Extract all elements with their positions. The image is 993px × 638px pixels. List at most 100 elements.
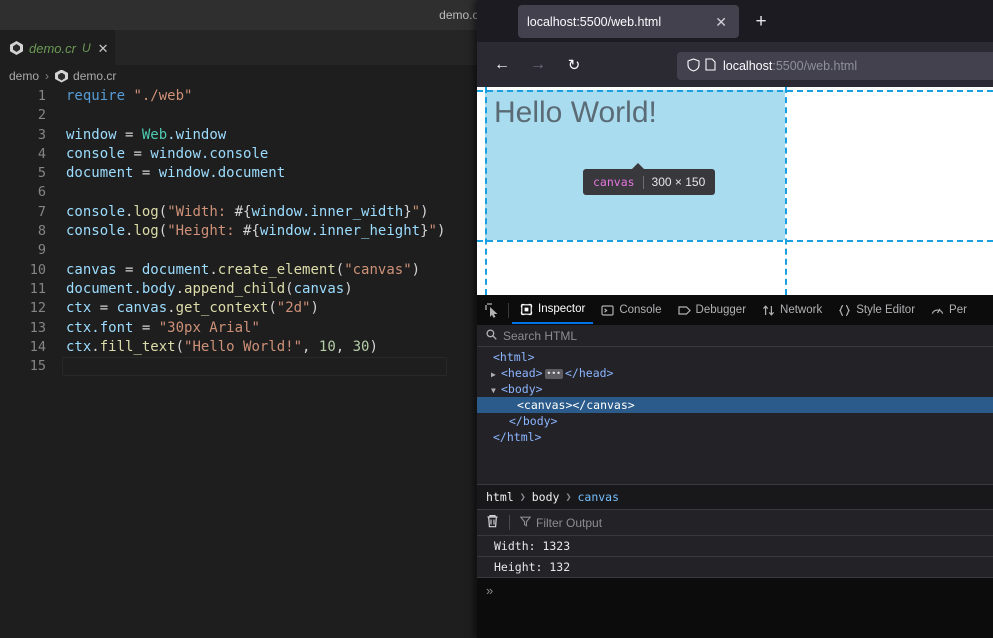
breadcrumb-folder-label: demo (9, 69, 40, 83)
line-number: 15 (29, 358, 46, 375)
url-text: localhost:5500/web.html (723, 59, 857, 73)
code-text: console.log("Width: #{window.inner_width… (66, 203, 429, 220)
devtools-tab-label: Style Editor (856, 304, 916, 316)
search-html-bar[interactable]: Search HTML (477, 325, 993, 347)
markup-tag: <html> (493, 350, 535, 364)
breadcrumb-node-html[interactable]: html (486, 490, 514, 504)
markup-tag: </body> (509, 414, 558, 428)
code-text: console = window.console (66, 145, 269, 162)
reload-icon[interactable]: ↻ (561, 52, 587, 78)
markup-tag: <body> (501, 382, 543, 396)
breadcrumb-folder[interactable]: demo (9, 69, 39, 83)
url-bar[interactable]: localhost:5500/web.html (677, 52, 993, 80)
devtools-tab-list: Inspector Console Debugger Network Style Edi… (512, 296, 975, 324)
search-icon (486, 328, 497, 343)
console-icon (601, 304, 614, 317)
line-number: 3 (37, 126, 46, 143)
browser-tab-bar: localhost:5500/web.html ✕ + (477, 0, 993, 42)
trash-icon[interactable] (486, 514, 499, 531)
highlight-guide-top (477, 90, 993, 92)
devtools-tab-inspector[interactable]: Inspector (512, 296, 594, 324)
performance-icon (931, 304, 944, 317)
url-host: localhost (723, 59, 773, 73)
canvas-hello-world-text: Hello World! (494, 96, 657, 129)
line-number: 1 (37, 88, 46, 104)
breadcrumb-file[interactable]: demo.cr (55, 69, 116, 83)
code-text: ctx = canvas.get_context("2d") (66, 300, 319, 317)
markup-tree[interactable]: <html> ▶ <head> ••• </head> ▼ <body> <canvas></… (477, 347, 993, 484)
unsaved-badge: U (81, 41, 91, 55)
devtools-tab-network[interactable]: Network (754, 296, 830, 324)
tooltip-tag-name: canvas (593, 175, 635, 189)
network-icon (762, 304, 775, 317)
devtools-tab-label: Network (780, 304, 823, 316)
code-text: window = Web.window (66, 126, 227, 143)
shield-icon (685, 57, 701, 75)
line-number: 6 (37, 184, 46, 201)
close-icon[interactable]: ✕ (98, 42, 109, 55)
new-tab-button[interactable]: + (749, 10, 773, 34)
devtools-tab-label: Debugger (695, 304, 747, 316)
url-path: :5500/web.html (772, 59, 858, 73)
browser-tab[interactable]: localhost:5500/web.html ✕ (518, 5, 739, 38)
highlight-guide-bottom (477, 240, 993, 242)
toolbar-divider (508, 302, 509, 318)
console-toolbar: Filter Output (477, 510, 993, 536)
markup-tag: <head> (501, 366, 543, 380)
devtools-tab-per[interactable]: Per (923, 296, 975, 324)
console-toolbar-divider (509, 515, 510, 530)
editor-tab-label: demo.cr (29, 40, 76, 56)
line-number: 11 (29, 280, 46, 297)
inspector-icon (520, 302, 533, 316)
markup-close-tag: </head> (565, 366, 614, 380)
devtools-tab-debugger[interactable]: Debugger (670, 296, 755, 324)
console-input-prompt[interactable]: » (477, 578, 993, 634)
page-icon (701, 58, 719, 74)
editor-tab-demo-cr[interactable]: demo.cr U ✕ (0, 30, 115, 65)
devtools-tab-label: Inspector (538, 303, 586, 315)
current-line-highlight (62, 357, 447, 377)
devtools-tab-console[interactable]: Console (593, 296, 669, 324)
firefox-window: localhost:5500/web.html ✕ + ← → ↻ localh… (477, 0, 993, 638)
code-text: document.body.append_child(canvas) (66, 280, 353, 297)
devtools-toolbar: Inspector Console Debugger Network Style Edi… (477, 296, 993, 325)
breadcrumb-node-canvas[interactable]: canvas (577, 490, 619, 504)
line-number: 2 (37, 107, 46, 124)
line-number: 4 (37, 145, 46, 162)
line-number: 12 (29, 300, 46, 317)
markup-node[interactable]: ▼ <body> (477, 381, 993, 397)
highlight-guide-left (485, 87, 487, 295)
tooltip-divider (642, 175, 644, 189)
code-text: document = window.document (66, 165, 286, 182)
element-picker-icon[interactable] (477, 296, 507, 324)
markup-node[interactable]: <html> (477, 349, 993, 365)
code-text: console.log("Height: #{window.inner_heig… (66, 223, 446, 240)
debugger-icon (677, 304, 691, 317)
page-viewport[interactable]: Hello World! (477, 87, 993, 295)
breadcrumb-separator: › (45, 69, 50, 83)
forward-icon[interactable]: → (525, 52, 551, 78)
close-icon[interactable]: ✕ (711, 15, 731, 29)
filter-output-placeholder[interactable]: Filter Output (536, 516, 602, 530)
line-number: 7 (37, 203, 46, 220)
breadcrumb-separator: ❯ (565, 491, 572, 503)
back-icon[interactable]: ← (489, 52, 515, 78)
line-number: 8 (37, 223, 46, 240)
prompt-chevron-icon: » (486, 583, 494, 598)
markup-node-selected[interactable]: <canvas></canvas> (477, 397, 993, 413)
code-text: canvas = document.create_element("canvas… (66, 261, 421, 278)
markup-node[interactable]: ▶ <head> ••• </head> (477, 365, 993, 381)
markup-node[interactable]: </body> (477, 413, 993, 429)
devtools-tab-label: Per (949, 304, 967, 316)
line-number: 10 (29, 261, 46, 278)
collapsed-children-icon[interactable]: ••• (544, 368, 563, 379)
highlight-guide-right (785, 87, 787, 295)
devtools-tab-style-editor[interactable]: Style Editor (830, 296, 923, 324)
markup-node[interactable]: </html> (477, 429, 993, 445)
element-info-tooltip: canvas 300 × 150 (583, 163, 716, 195)
markup-tag: <canvas></canvas> (517, 398, 635, 412)
line-number: 5 (37, 165, 46, 182)
devtools-panel: Inspector Console Debugger Network Style Edi… (477, 295, 993, 638)
line-number: 13 (29, 319, 46, 336)
breadcrumb-node-body[interactable]: body (532, 490, 560, 504)
